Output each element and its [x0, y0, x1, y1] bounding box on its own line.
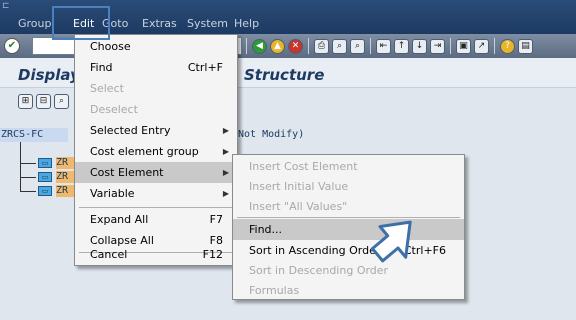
previous-page-icon[interactable]: ↑ — [394, 38, 409, 54]
submenu-arrow-icon: ▶ — [222, 168, 229, 177]
menu-item-expand-all[interactable]: Expand All F7 — [75, 209, 237, 230]
toolbar-separator — [370, 38, 371, 54]
menu-item-insert-all-values: Insert "All Values" — [249, 200, 348, 213]
new-session-icon[interactable]: ▣ — [456, 38, 471, 54]
page-title-continued: Structure — [244, 66, 325, 84]
page-title: Display — [18, 66, 80, 84]
menu-system[interactable]: System — [187, 17, 228, 31]
tree-root-description: Not Modify) — [238, 129, 305, 140]
menu-group[interactable]: Group — [18, 17, 52, 31]
tree-connector — [20, 177, 36, 178]
menu-item-select: Select — [90, 82, 124, 95]
customize-layout-icon[interactable]: ▤ — [518, 38, 533, 54]
tree-node[interactable]: ZR — [56, 157, 76, 169]
menu-item-cost-element[interactable]: Cost Element ▶ — [75, 162, 237, 183]
menu-item-cost-element-group[interactable]: Cost element group ▶ — [75, 141, 237, 162]
folder-icon: ▭ — [38, 158, 52, 168]
shortcut-icon[interactable]: ↗ — [474, 38, 489, 54]
tree-connector — [20, 191, 36, 192]
find-tree-icon[interactable]: ⌕ — [54, 94, 69, 109]
pointer-arrow-icon — [370, 220, 412, 263]
edit-menu-highlight-box — [52, 6, 110, 40]
find-icon[interactable]: ⌕ — [332, 38, 347, 54]
collapse-icon[interactable]: ⊟ — [36, 94, 51, 109]
print-icon[interactable]: ⎙ — [314, 38, 329, 54]
cancel-icon[interactable]: ✕ — [288, 38, 303, 54]
menu-item-selected-entry[interactable]: Selected Entry ▶ — [75, 120, 237, 141]
menu-help[interactable]: Help — [234, 17, 259, 31]
exit-icon[interactable]: ▲ — [270, 38, 285, 54]
menu-item-insert-cost-element: Insert Cost Element — [249, 160, 358, 173]
menu-item-formulas: Formulas — [249, 284, 300, 297]
folder-icon: ▭ — [38, 172, 52, 182]
menu-item-deselect: Deselect — [90, 103, 138, 116]
find-next-icon[interactable]: ⌕ — [350, 38, 365, 54]
toolbar-separator — [246, 38, 247, 54]
toolbar-icon-group: ◀ ▲ ✕ ⎙ ⌕ ⌕ ⇤ ↑ ↓ ⇥ ▣ ↗ ? ▤ — [244, 37, 533, 55]
menu-separator — [79, 207, 233, 208]
menu-item-find[interactable]: Find Ctrl+F — [75, 57, 237, 78]
folder-icon: ▭ — [38, 186, 52, 196]
edit-menu: Choose Find Ctrl+F Select Deselect Selec… — [74, 34, 238, 266]
menu-item-find-ellipsis[interactable]: Find... — [233, 219, 464, 240]
tree-root-node[interactable]: ZRCS-FC — [0, 128, 68, 142]
toolbar-separator — [494, 38, 495, 54]
submenu-arrow-icon: ▶ — [222, 147, 229, 156]
system-menu-icon[interactable]: ⊏ — [2, 1, 14, 11]
tree-node[interactable]: ZR — [56, 185, 76, 197]
first-page-icon[interactable]: ⇤ — [376, 38, 391, 54]
menu-item-variable[interactable]: Variable ▶ — [75, 183, 237, 204]
submenu-arrow-icon: ▶ — [222, 126, 229, 135]
menu-item-sort-descending: Sort in Descending Order — [249, 264, 389, 277]
menu-item-cancel[interactable]: Cancel F12 — [75, 244, 237, 265]
submenu-arrow-icon: ▶ — [222, 189, 229, 198]
next-page-icon[interactable]: ↓ — [412, 38, 427, 54]
cost-element-submenu: Insert Cost Element Insert Initial Value… — [232, 154, 465, 300]
tree-node[interactable]: ZR — [56, 171, 76, 183]
back-icon[interactable]: ◀ — [252, 38, 267, 54]
toolbar-separator — [450, 38, 451, 54]
tree-connector-vertical — [20, 142, 21, 192]
menu-extras[interactable]: Extras — [142, 17, 177, 31]
check-icon[interactable]: ✔ — [4, 38, 20, 54]
expand-icon[interactable]: ⊞ — [18, 94, 33, 109]
tree-connector — [20, 163, 36, 164]
last-page-icon[interactable]: ⇥ — [430, 38, 445, 54]
help-icon[interactable]: ? — [500, 38, 515, 54]
toolbar-separator — [308, 38, 309, 54]
menu-item-insert-initial-value: Insert Initial Value — [249, 180, 349, 193]
menu-item-sort-ascending[interactable]: Sort in Ascending Order Ctrl+F6 — [233, 240, 464, 261]
